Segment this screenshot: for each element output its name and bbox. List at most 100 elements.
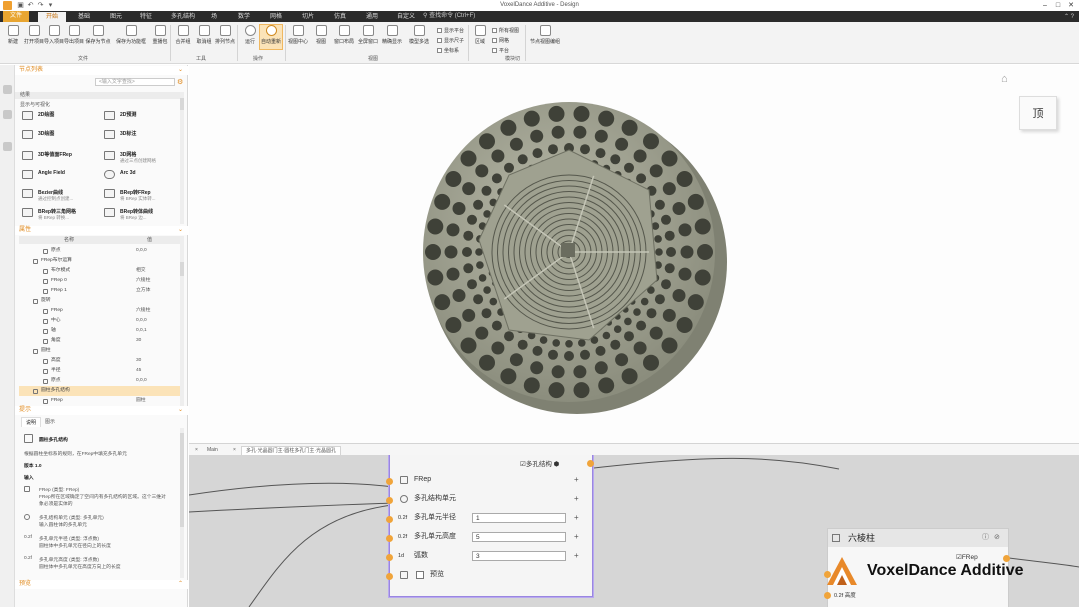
- collapse-icon[interactable]: ⌃: [178, 580, 183, 589]
- property-row[interactable]: 原点 0,0,0: [19, 376, 181, 386]
- add-icon[interactable]: +: [574, 512, 579, 524]
- property-value[interactable]: 0,0,0: [136, 246, 147, 256]
- tab-mesh[interactable]: 网格: [264, 12, 288, 22]
- node-search-input[interactable]: <输入文字查找>: [95, 78, 175, 86]
- 3d-viewport[interactable]: ⌂ 顶: [189, 65, 1079, 443]
- precise-display-button[interactable]: 精确显示: [380, 25, 404, 45]
- axis-checkbox[interactable]: 坐标系: [437, 47, 459, 54]
- property-row[interactable]: 中心 0,0,0: [19, 316, 181, 326]
- menu-collapse-icon[interactable]: ⌃ ?: [1064, 13, 1074, 20]
- property-row[interactable]: FRep 六棱柱: [19, 306, 181, 316]
- node-item[interactable]: 3D网格 通过三点创建网格: [101, 149, 183, 167]
- property-value[interactable]: 六棱柱: [136, 306, 150, 316]
- nodes-panel-icon[interactable]: [3, 85, 12, 94]
- property-row[interactable]: FRep 圆柱: [19, 396, 181, 406]
- region-button[interactable]: 区域: [468, 25, 492, 45]
- node-item[interactable]: 2D预测: [101, 109, 183, 127]
- view-cube-face[interactable]: 顶: [1019, 96, 1057, 130]
- command-search[interactable]: ⚲ 查找命令 (Ctrl+F): [423, 13, 475, 20]
- save-as-node-button[interactable]: 保存为节点: [84, 25, 112, 45]
- tab-slice[interactable]: 切片: [296, 12, 320, 22]
- node-view-group-button[interactable]: 节点视图编组: [527, 25, 563, 45]
- property-row[interactable]: 圆柱多孔结构: [19, 386, 181, 396]
- gear-icon[interactable]: ⚙: [177, 78, 183, 86]
- model-multiselect-button[interactable]: 模型多选: [405, 25, 433, 45]
- tab-general[interactable]: 通用: [360, 12, 384, 22]
- radius-input[interactable]: 1: [472, 513, 566, 523]
- property-value[interactable]: 30: [136, 356, 141, 366]
- node-item[interactable]: Arc 3d: [101, 168, 183, 186]
- info-icon[interactable]: ⓘ: [982, 529, 989, 547]
- tab-illustration[interactable]: 图示: [41, 417, 59, 426]
- node-item[interactable]: BRep转三角网格将 BRep 转换...: [19, 206, 101, 224]
- save-as-function-button[interactable]: 保存为功能框: [115, 25, 147, 45]
- tab-start[interactable]: 开始: [38, 12, 66, 22]
- view-center-button[interactable]: 视图中心: [286, 25, 310, 45]
- maximize-button[interactable]: □: [1053, 1, 1063, 10]
- home-icon[interactable]: ⌂: [1001, 73, 1008, 85]
- property-value[interactable]: 30: [136, 336, 141, 346]
- node-item[interactable]: BRep转体曲线将 BRep 边...: [101, 206, 183, 224]
- output-port[interactable]: [587, 460, 594, 467]
- visibility-icon[interactable]: ⊘: [994, 529, 1000, 547]
- property-value[interactable]: 0,0,1: [136, 326, 147, 336]
- property-row[interactable]: 布尔模式 相交: [19, 266, 181, 276]
- property-row[interactable]: 旋转: [19, 296, 181, 306]
- property-value[interactable]: 六棱柱: [136, 276, 150, 286]
- minimize-button[interactable]: –: [1040, 1, 1050, 10]
- tab-description[interactable]: 说明: [21, 417, 42, 427]
- property-value[interactable]: 相交: [136, 266, 146, 276]
- tab-primitive[interactable]: 图元: [104, 12, 128, 22]
- input-port[interactable]: [824, 592, 831, 599]
- property-value[interactable]: 圆柱: [136, 396, 146, 406]
- collapse-icon[interactable]: ⌄: [178, 226, 183, 235]
- library-panel-icon[interactable]: [3, 110, 12, 119]
- input-port[interactable]: [386, 516, 393, 523]
- node-item[interactable]: 3D等值面FRep: [19, 149, 101, 167]
- result-section[interactable]: 结果: [15, 92, 181, 99]
- node-list-scroll-thumb[interactable]: [180, 98, 184, 110]
- property-value[interactable]: 0,0,0: [136, 376, 147, 386]
- mesh-check[interactable]: 网格: [492, 37, 509, 44]
- arcs-input[interactable]: 3: [472, 551, 566, 561]
- tab-main[interactable]: Main: [203, 446, 222, 455]
- node-item[interactable]: 2D绘图: [19, 109, 101, 127]
- property-row[interactable]: FRep布尔运算: [19, 256, 181, 266]
- node-item[interactable]: Bezier曲线 通过控制点创建...: [19, 187, 101, 205]
- close-button[interactable]: ✕: [1066, 1, 1076, 10]
- node-item[interactable]: 3D绘图: [19, 128, 101, 146]
- node-item[interactable]: BRep转FRep 将 BRep 实体转...: [101, 187, 183, 205]
- property-value[interactable]: 45: [136, 366, 141, 376]
- tab-custom[interactable]: 自定义: [392, 12, 420, 22]
- view-button[interactable]: 视图: [309, 25, 333, 45]
- arrange-nodes-button[interactable]: 排列节点: [213, 25, 237, 45]
- property-row[interactable]: 圆柱: [19, 346, 181, 356]
- file-menu[interactable]: 文件: [3, 11, 29, 22]
- auto-rerun-button[interactable]: 自动重新: [259, 24, 283, 50]
- property-row[interactable]: 轴 0,0,1: [19, 326, 181, 336]
- window-layout-button[interactable]: 窗口布局: [332, 25, 356, 45]
- properties-scroll-thumb[interactable]: [180, 262, 184, 276]
- close-icon[interactable]: ×: [229, 446, 240, 455]
- tab-simulation[interactable]: 仿真: [328, 12, 352, 22]
- tab-math[interactable]: 数学: [232, 12, 256, 22]
- export-project-button[interactable]: 导出项目: [62, 25, 86, 45]
- lattice-cylinder-node[interactable]: ☑多孔结构 ⬢ FRep + 多孔结构单元 + 0.2f 多孔单元半径 1 + 0.2f 多…: [386, 455, 594, 597]
- tab-feature[interactable]: 特征: [134, 12, 158, 22]
- collapse-icon[interactable]: ⌄: [178, 66, 183, 75]
- lattice-cylinder-model[interactable]: [409, 90, 729, 420]
- preview-checkbox[interactable]: [416, 571, 424, 579]
- input-port[interactable]: [386, 554, 393, 561]
- property-row[interactable]: 角度 30: [19, 336, 181, 346]
- add-icon[interactable]: +: [574, 474, 579, 486]
- tab-lattice[interactable]: 多孔结构: [166, 12, 200, 22]
- node-list-scrollbar[interactable]: [180, 92, 184, 224]
- node-item[interactable]: Angle Field: [19, 168, 101, 186]
- property-row[interactable]: 原点 0,0,0: [19, 246, 181, 256]
- input-port[interactable]: [386, 478, 393, 485]
- input-port[interactable]: [386, 573, 393, 580]
- platform-check[interactable]: 平台: [492, 47, 509, 54]
- property-value[interactable]: 0,0,0: [136, 316, 147, 326]
- tab-basic[interactable]: 基础: [72, 12, 96, 22]
- input-port[interactable]: [386, 497, 393, 504]
